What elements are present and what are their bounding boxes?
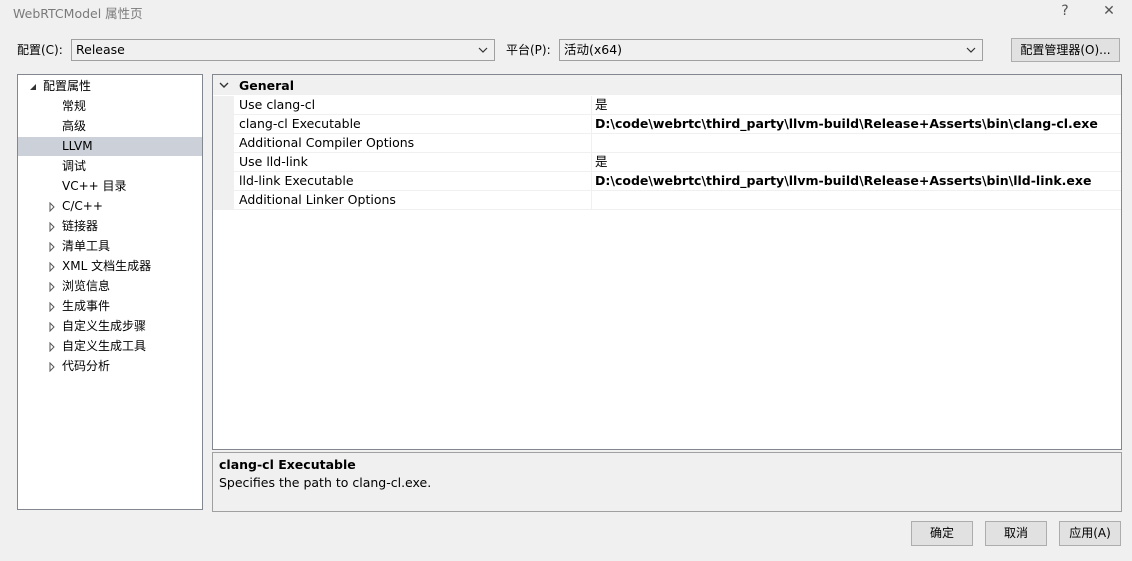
tree-item[interactable]: 自定义生成工具 — [18, 337, 202, 356]
tree-item-label: 浏览信息 — [62, 279, 111, 293]
config-dropdown-value: Release — [76, 42, 125, 57]
chevron-down-icon — [966, 47, 976, 53]
column-divider — [591, 153, 592, 171]
column-divider — [591, 115, 592, 133]
expand-triangle-icon[interactable] — [47, 282, 57, 292]
tree-item-label: 调试 — [62, 159, 87, 173]
tree-item[interactable]: 浏览信息 — [18, 277, 202, 296]
tree-item[interactable]: 链接器 — [18, 217, 202, 236]
row-gutter — [213, 172, 234, 191]
property-grid[interactable]: General Use clang-cl 是 clang-cl Executable… — [212, 74, 1122, 450]
property-name: lld-link Executable — [239, 173, 354, 188]
tree-item-label: 链接器 — [62, 219, 99, 233]
expand-triangle-icon[interactable] — [47, 262, 57, 272]
column-divider — [591, 191, 592, 209]
tree-item[interactable]: XML 文档生成器 — [18, 257, 202, 276]
property-row[interactable]: Additional Compiler Options — [213, 134, 1121, 153]
property-value[interactable]: D:\code\webrtc\third_party\llvm-build\Re… — [595, 115, 1098, 133]
tree-item-label: 常规 — [62, 99, 87, 113]
column-divider — [591, 172, 592, 190]
property-value[interactable]: 是 — [595, 153, 608, 171]
platform-dropdown-value: 活动(x64) — [564, 42, 623, 57]
tree-item-label: C/C++ — [62, 199, 103, 213]
description-panel: clang-cl Executable Specifies the path t… — [212, 452, 1122, 512]
tree-item[interactable]: 生成事件 — [18, 297, 202, 316]
tree-item[interactable]: 清单工具 — [18, 237, 202, 256]
tree-item-label: 生成事件 — [62, 299, 111, 313]
grid-category-label: General — [239, 78, 294, 93]
collapse-chevron-icon[interactable] — [219, 81, 229, 89]
tree-item[interactable]: 高级 — [18, 117, 202, 136]
tree-item-label: 代码分析 — [62, 359, 111, 373]
tree-item-label: 高级 — [62, 119, 87, 133]
property-name: clang-cl Executable — [239, 116, 361, 131]
expand-triangle-icon[interactable] — [47, 302, 57, 312]
close-button[interactable]: ✕ — [1091, 0, 1127, 24]
expand-triangle-icon[interactable] — [47, 242, 57, 252]
column-divider — [591, 96, 592, 114]
property-name: Use lld-link — [239, 154, 308, 169]
expand-triangle-icon[interactable] — [47, 202, 57, 212]
property-value[interactable]: D:\code\webrtc\third_party\llvm-build\Re… — [595, 172, 1091, 190]
expand-triangle-icon[interactable] — [47, 222, 57, 232]
expanded-triangle-icon[interactable] — [28, 82, 38, 92]
tree-item-label: LLVM — [62, 139, 93, 153]
window-title: WebRTCModel 属性页 — [13, 6, 143, 21]
expand-triangle-icon[interactable] — [47, 322, 57, 332]
property-value[interactable]: 是 — [595, 96, 608, 114]
tree-item-label: 自定义生成步骤 — [62, 319, 147, 333]
config-label: 配置(C): — [17, 43, 63, 57]
tree-item[interactable]: 调试 — [18, 157, 202, 176]
grid-category-header[interactable]: General — [213, 75, 1121, 95]
tree-item[interactable]: 自定义生成步骤 — [18, 317, 202, 336]
expand-triangle-icon[interactable] — [47, 362, 57, 372]
row-gutter — [213, 96, 234, 115]
property-name: Additional Linker Options — [239, 192, 396, 207]
tree-item-label: XML 文档生成器 — [62, 259, 152, 273]
tree-item[interactable]: VC++ 目录 — [18, 177, 202, 196]
property-row[interactable]: clang-cl Executable D:\code\webrtc\third_… — [213, 115, 1121, 134]
row-gutter — [213, 115, 234, 134]
row-gutter — [213, 153, 234, 172]
expand-triangle-icon[interactable] — [47, 342, 57, 352]
description-title: clang-cl Executable — [219, 457, 356, 472]
help-button[interactable]: ? — [1047, 0, 1083, 24]
tree-item-label: 清单工具 — [62, 239, 111, 253]
chevron-down-icon — [478, 47, 488, 53]
platform-dropdown[interactable]: 活动(x64) — [559, 39, 983, 61]
config-dropdown[interactable]: Release — [71, 39, 495, 61]
property-name: Additional Compiler Options — [239, 135, 415, 150]
property-row[interactable]: Additional Linker Options — [213, 191, 1121, 210]
property-row[interactable]: Use lld-link 是 — [213, 153, 1121, 172]
property-name: Use clang-cl — [239, 97, 316, 112]
column-divider — [591, 134, 592, 152]
property-row[interactable]: lld-link Executable D:\code\webrtc\third_… — [213, 172, 1121, 191]
cancel-button[interactable]: 取消 — [985, 521, 1047, 546]
row-gutter — [213, 191, 234, 210]
tree-root[interactable]: 配置属性 — [18, 77, 202, 96]
row-gutter — [213, 134, 234, 153]
tree-item[interactable]: 常规 — [18, 97, 202, 116]
tree-item-label: VC++ 目录 — [62, 179, 127, 193]
tree-item[interactable]: 代码分析 — [18, 357, 202, 376]
apply-button[interactable]: 应用(A) — [1059, 521, 1121, 546]
tree-item-label: 自定义生成工具 — [62, 339, 147, 353]
property-tree[interactable]: 配置属性 常规高级 LLVM 调试 VC++ 目录 C/C++ 链接器清单工具 XML 文档… — [17, 74, 203, 510]
tree-item[interactable]: C/C++ — [18, 197, 202, 216]
description-text: Specifies the path to clang-cl.exe. — [219, 475, 432, 490]
config-manager-button[interactable]: 配置管理器(O)... — [1011, 38, 1120, 62]
platform-label: 平台(P): — [506, 43, 551, 57]
tree-root-label: 配置属性 — [43, 79, 92, 93]
ok-button[interactable]: 确定 — [911, 521, 973, 546]
tree-item[interactable]: LLVM — [18, 137, 202, 156]
property-row[interactable]: Use clang-cl 是 — [213, 96, 1121, 115]
